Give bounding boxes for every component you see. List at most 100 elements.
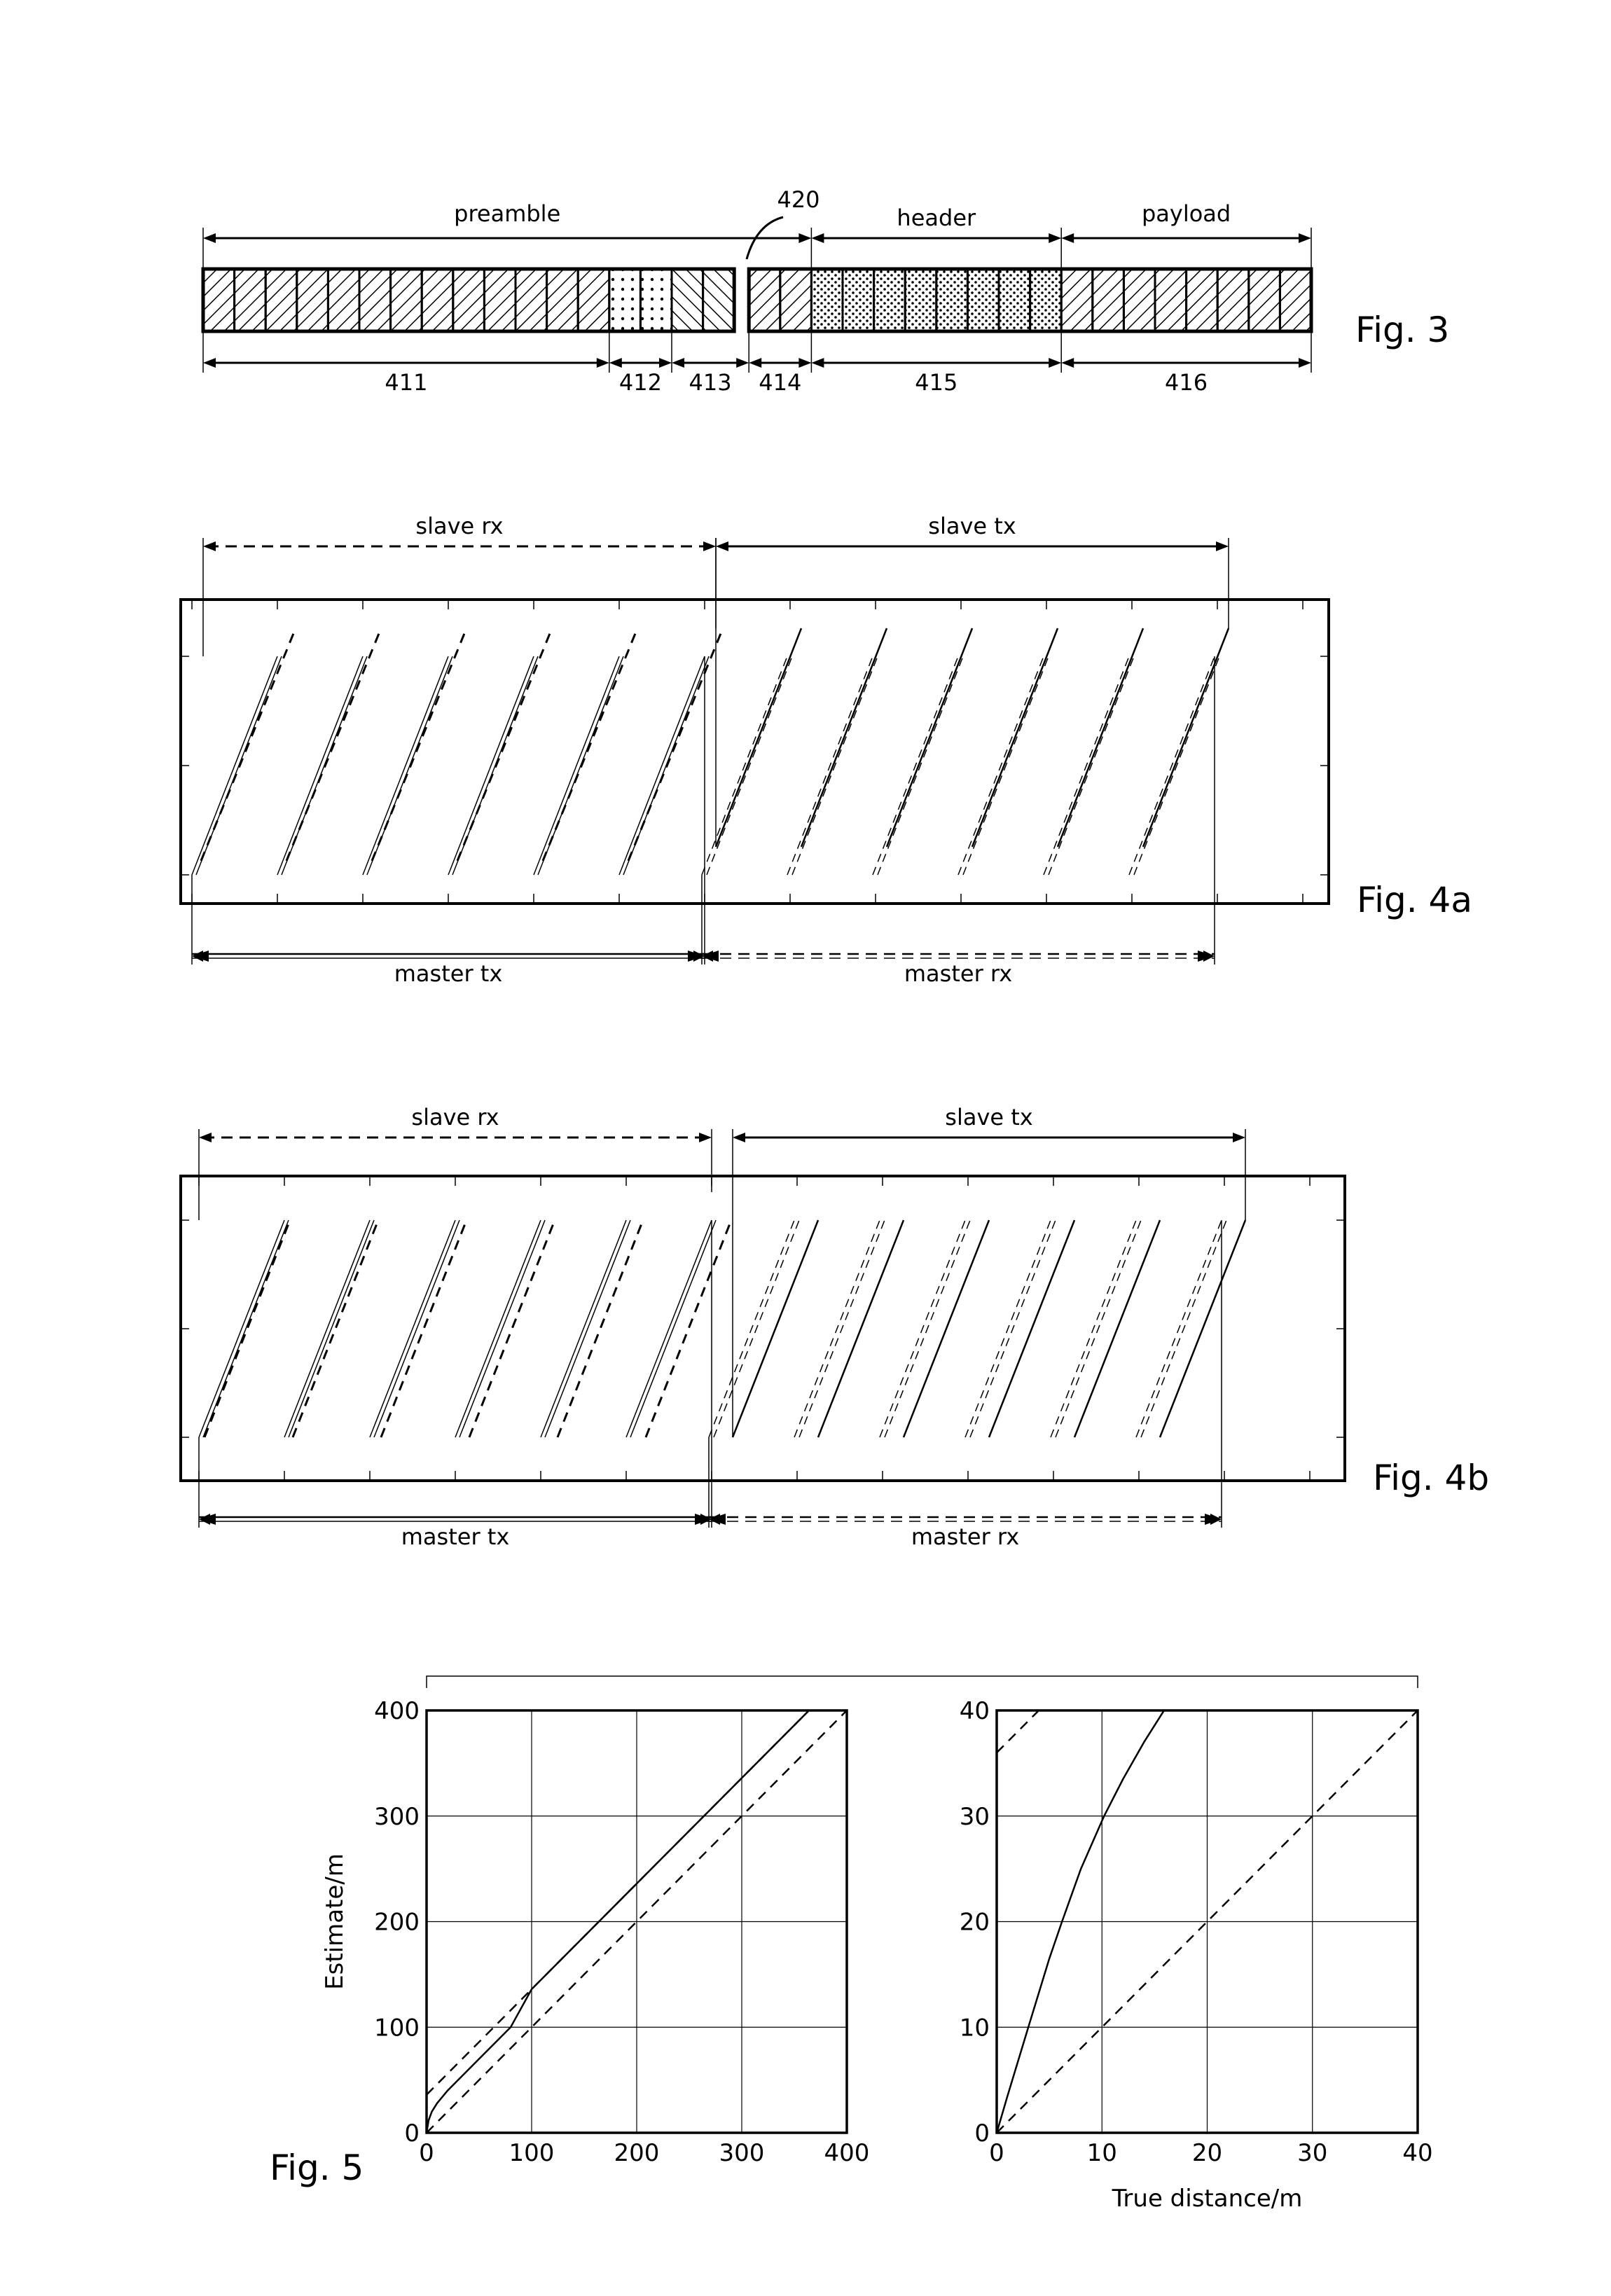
plot-frame (179, 1175, 1346, 1482)
segment-label-414: 414 (759, 369, 801, 396)
master-rx-label: master rx (911, 1523, 1019, 1550)
master-rx-chirp (794, 1219, 880, 1438)
symbol-cell (576, 268, 611, 333)
slave-rx-chirp (291, 1219, 380, 1438)
slave-rx-chirp (456, 628, 553, 862)
symbol-cell (233, 268, 267, 333)
symbol-cell (608, 268, 642, 333)
dim-415 (811, 358, 1062, 368)
symbol-cell (326, 268, 361, 333)
master-rx-chirp (706, 656, 793, 876)
master-tx-label: master tx (394, 960, 503, 987)
series-offset (427, 1710, 810, 2096)
segment-414 (747, 268, 813, 333)
segment-413 (670, 268, 735, 333)
master-rx-chirp (708, 1219, 795, 1438)
slave-tx-chirp (1056, 628, 1145, 848)
y-tick-label: 30 (960, 1803, 990, 1831)
master-tx-chirp (198, 1219, 285, 1438)
master-rx-chirp (798, 1219, 885, 1438)
symbol-cell (997, 268, 1032, 333)
master-rx-chirp (1133, 656, 1220, 876)
symbol-cell (670, 268, 705, 333)
figure-5-estimate-plots: 0 100 200 300 4000100200300400Estimate/m 0 10… (270, 1675, 1433, 2213)
dim-411 (203, 358, 609, 368)
slave-tx-chirp (731, 1219, 820, 1438)
symbol-cell (904, 268, 938, 333)
master-tx-chirp (455, 1219, 541, 1438)
y-tick-label: 20 (960, 1909, 990, 1937)
dim-414 (749, 358, 812, 368)
x-axis-title: True distance/m (1112, 2185, 1303, 2213)
dim-preamble (203, 233, 812, 243)
master-tx-chirp (191, 656, 278, 876)
slave-rx-chirp (468, 1219, 556, 1438)
symbol-cell (1060, 268, 1094, 333)
master-rx-chirp (1050, 1219, 1137, 1438)
master-tx-chirp (459, 1219, 546, 1438)
slave-tx-chirp (714, 628, 803, 848)
fig-4a-label: Fig. 4a (1357, 880, 1472, 920)
y-tick-label: 300 (374, 1803, 420, 1831)
symbol-cell (779, 268, 813, 333)
ref-420-label: 420 (777, 186, 820, 213)
slave-tx-span (716, 541, 1229, 551)
slave-tx-chirp (1142, 628, 1230, 848)
master-rx-chirp (957, 656, 1044, 876)
slave-rx-chirp (203, 1219, 291, 1438)
master-rx-chirp (1048, 656, 1135, 876)
x-tick-label: 400 (824, 2139, 870, 2167)
y-tick-label: 100 (374, 2014, 420, 2042)
slave-rx-chirp (371, 628, 468, 862)
slave-tx-chirp (902, 1219, 990, 1438)
master-rx-chirp (1128, 656, 1215, 876)
slave-tx-chirp (988, 1219, 1076, 1438)
master-rx-chirp (701, 656, 788, 876)
slave-rx-chirp (627, 628, 724, 862)
slave-rx-label: slave rx (411, 1104, 499, 1130)
y-tick-label: 0 (404, 2119, 420, 2148)
symbol-cell (1278, 268, 1313, 333)
symbol-cell (420, 268, 455, 333)
dim-label-preamble: preamble (454, 200, 560, 227)
master-rx-chirp (713, 1219, 800, 1438)
master-tx-chirp (618, 656, 705, 876)
series-offset (997, 1710, 1039, 1754)
slave-tx-chirp (1159, 1219, 1247, 1438)
slave-tx-span (733, 1133, 1245, 1142)
slave-rx-chirp (380, 1219, 468, 1438)
frame-cells (201, 267, 1313, 333)
symbol-cell (1185, 268, 1219, 333)
symbol-cell (358, 268, 392, 333)
x-tick-label: 200 (614, 2139, 660, 2167)
master-rx-chirp (1135, 1219, 1222, 1438)
x-tick-label: 30 (1297, 2139, 1327, 2167)
master-tx-chirp (544, 1219, 631, 1438)
master-tx-chirp (448, 656, 534, 876)
slave-rx-chirp (644, 1219, 733, 1438)
segment-label-412: 412 (619, 369, 662, 396)
master-tx-chirp (540, 1219, 627, 1438)
plots-bracket (426, 1675, 1418, 1688)
y-tick-label: 40 (960, 1697, 990, 1725)
symbol-cell (1091, 268, 1125, 333)
x-tick-label: 40 (1402, 2139, 1432, 2167)
master-tx-chirp (284, 1219, 371, 1438)
dim-label-header: header (897, 205, 976, 231)
slave-rx-span (199, 1133, 712, 1142)
chirp-lines (198, 1219, 1247, 1438)
symbol-cell (514, 268, 548, 333)
master-rx-chirp (872, 656, 959, 876)
segment-label-415: 415 (915, 369, 957, 396)
symbol-cell (389, 268, 423, 333)
symbol-cell (452, 268, 485, 333)
slave-tx-chirp (800, 628, 888, 848)
master-rx-chirp (964, 1219, 1051, 1438)
y-tick-label: 10 (960, 2014, 990, 2042)
segment-label-416: 416 (1165, 369, 1208, 396)
master-tx-chirp (362, 656, 449, 876)
master-tx-label: master tx (401, 1523, 510, 1550)
slave-tx-chirp (1073, 1219, 1161, 1438)
segment-label-411: 411 (385, 369, 427, 396)
slave-rx-chirp (200, 628, 297, 862)
